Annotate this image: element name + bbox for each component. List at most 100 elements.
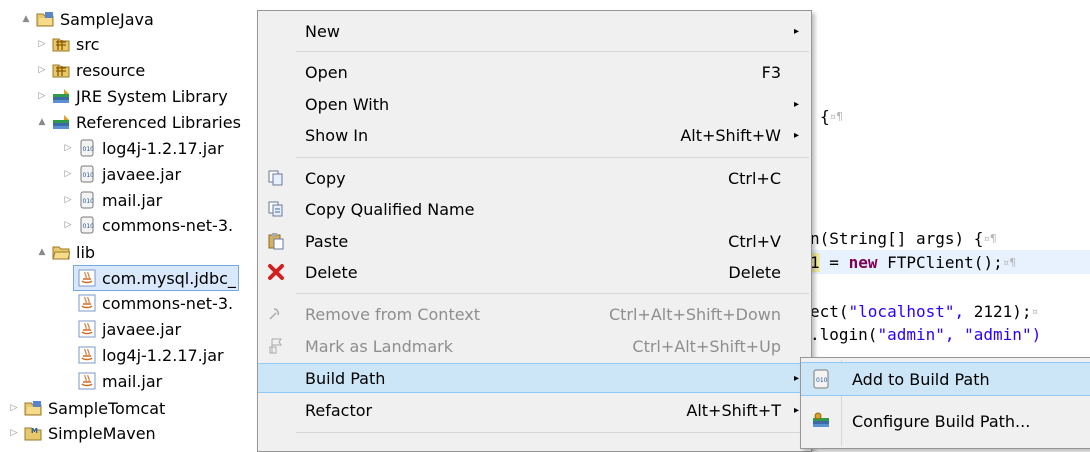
build-path-submenu: 010 Add to Build Path Configure Build Pa… bbox=[800, 357, 1090, 449]
tree-item-label: log4j-1.2.17.jar bbox=[102, 345, 224, 365]
tree-item-label: src bbox=[76, 34, 100, 54]
project-folder-icon bbox=[36, 10, 54, 28]
copy-qualified-name-icon bbox=[264, 197, 288, 221]
tree-item-mysql-jdbc-jar[interactable]: com.mysql.jdbc_ bbox=[60, 265, 239, 291]
jar-file-icon bbox=[78, 320, 96, 338]
expand-arrow-icon[interactable]: ▷ bbox=[34, 88, 50, 104]
library-icon bbox=[52, 87, 70, 105]
menu-separator bbox=[296, 51, 809, 52]
tree-item-label: SampleTomcat bbox=[48, 398, 166, 418]
menu-item-refactor[interactable]: Refactor Alt+Shift+T ▸ bbox=[258, 395, 811, 425]
jar-icon: 010 bbox=[78, 216, 96, 234]
jar-icon: 010 bbox=[78, 191, 96, 209]
expand-arrow-icon[interactable]: ▷ bbox=[34, 36, 50, 52]
paste-icon bbox=[264, 229, 288, 253]
menu-item-paste[interactable]: Paste Ctrl+V bbox=[258, 226, 811, 256]
code-line: { ¤¶ bbox=[820, 106, 843, 126]
tree-item-mail-jar[interactable]: ▷ 010 mail.jar bbox=[60, 188, 163, 212]
tree-item-label: mail.jar bbox=[102, 190, 163, 210]
tree-item-label: log4j-1.2.17.jar bbox=[102, 138, 224, 158]
tree-item-simplemaven[interactable]: ▷ M SimpleMaven bbox=[6, 421, 156, 445]
svg-text:010: 010 bbox=[83, 223, 95, 230]
collapse-arrow-icon[interactable]: ▲ bbox=[18, 11, 34, 27]
svg-text:M: M bbox=[31, 427, 38, 435]
submenu-arrow-icon: ▸ bbox=[793, 25, 799, 37]
library-icon bbox=[52, 113, 70, 131]
menu-item-copy-qualified-name[interactable]: Copy Qualified Name bbox=[258, 194, 811, 224]
selected-item-highlight[interactable]: com.mysql.jdbc_ bbox=[73, 265, 239, 291]
tree-item-mail-jar-file[interactable]: mail.jar bbox=[60, 369, 162, 393]
jar-file-icon bbox=[78, 372, 96, 390]
tree-item-label: javaee.jar bbox=[102, 319, 182, 339]
menu-item-remove-from-context[interactable]: Remove from Context Ctrl+Alt+Shift+Down bbox=[258, 299, 811, 329]
menu-item-copy[interactable]: Copy Ctrl+C bbox=[258, 163, 811, 193]
submenu-item-configure-build-path[interactable]: Configure Build Path... bbox=[801, 404, 1090, 438]
tree-item-log4j-jar-file[interactable]: log4j-1.2.17.jar bbox=[60, 343, 224, 367]
delete-icon bbox=[264, 260, 288, 284]
svg-text:010: 010 bbox=[816, 377, 828, 384]
current-code-line: 1 = new FTPClient(); ¤¶ bbox=[810, 250, 1090, 274]
svg-text:010: 010 bbox=[83, 172, 95, 179]
tree-item-label: lib bbox=[76, 242, 96, 262]
code-line: ect("localhost", 2121); ¤ bbox=[810, 301, 1039, 321]
tree-item-resource[interactable]: ▷ resource bbox=[34, 58, 146, 82]
expand-arrow-icon[interactable]: ▷ bbox=[34, 62, 50, 78]
collapse-arrow-icon[interactable]: ▲ bbox=[34, 244, 50, 260]
tree-item-jre-system-library[interactable]: ▷ JRE System Library bbox=[34, 84, 228, 108]
jar-icon: 010 bbox=[78, 139, 96, 157]
tree-item-log4j-jar[interactable]: ▷ 010 log4j-1.2.17.jar bbox=[60, 136, 224, 160]
expand-arrow-icon[interactable]: ▷ bbox=[6, 425, 22, 441]
tree-item-src[interactable]: ▷ src bbox=[34, 32, 100, 56]
menu-item-new[interactable]: New ▸ bbox=[258, 16, 811, 46]
jar-icon: 010 bbox=[78, 165, 96, 183]
tree-item-commons-net-jar-file[interactable]: commons-net-3. bbox=[60, 291, 233, 315]
jar-file-icon bbox=[78, 269, 96, 287]
tree-item-label: com.mysql.jdbc_ bbox=[102, 268, 236, 288]
tree-item-label: JRE System Library bbox=[76, 86, 228, 106]
menu-separator bbox=[296, 432, 809, 433]
menu-item-delete[interactable]: Delete Delete bbox=[258, 257, 811, 287]
tree-item-label: Referenced Libraries bbox=[76, 112, 241, 132]
menu-separator bbox=[296, 157, 809, 158]
folder-icon bbox=[52, 243, 70, 261]
jar-icon: 010 bbox=[809, 367, 833, 391]
tree-item-label: javaee.jar bbox=[102, 164, 182, 184]
menu-item-build-path[interactable]: Build Path ▸ bbox=[258, 363, 811, 393]
svg-text:010: 010 bbox=[83, 146, 95, 153]
tree-item-sampletomcat[interactable]: ▷ SampleTomcat bbox=[6, 396, 166, 420]
tree-item-javaee-jar[interactable]: ▷ 010 javaee.jar bbox=[60, 162, 182, 186]
tree-item-lib[interactable]: ▲ lib bbox=[34, 240, 96, 264]
submenu-arrow-icon: ▸ bbox=[793, 404, 799, 416]
menu-item-open[interactable]: Open F3 bbox=[258, 57, 811, 87]
menu-item-show-in[interactable]: Show In Alt+Shift+W ▸ bbox=[258, 120, 811, 150]
tree-item-label: resource bbox=[76, 60, 146, 80]
tree-item-referenced-libraries[interactable]: ▲ Referenced Libraries bbox=[34, 110, 241, 134]
jar-file-icon bbox=[78, 294, 96, 312]
expand-arrow-icon[interactable]: ▷ bbox=[60, 166, 76, 182]
menu-item-open-with[interactable]: Open With ▸ bbox=[258, 89, 811, 119]
submenu-arrow-icon: ▸ bbox=[793, 129, 799, 141]
expand-arrow-icon[interactable]: ▷ bbox=[60, 192, 76, 208]
copy-icon bbox=[264, 166, 288, 190]
tree-item-samplejava[interactable]: ▲ SampleJava bbox=[18, 7, 154, 31]
package-explorer-tree: ▲ SampleJava ▷ src ▷ resource ▷ JRE Syst… bbox=[0, 0, 262, 445]
tree-item-javaee-jar-file[interactable]: javaee.jar bbox=[60, 317, 181, 341]
submenu-item-add-to-build-path[interactable]: 010 Add to Build Path bbox=[801, 362, 1090, 396]
configure-build-path-icon bbox=[809, 409, 833, 433]
collapse-arrow-icon[interactable]: ▲ bbox=[34, 114, 50, 130]
tree-item-label: commons-net-3. bbox=[102, 215, 234, 235]
tree-item-label: mail.jar bbox=[102, 371, 163, 391]
expand-arrow-icon[interactable]: ▷ bbox=[60, 140, 76, 156]
tree-item-commons-net-jar[interactable]: ▷ 010 commons-net-3. bbox=[60, 213, 234, 237]
menu-item-mark-as-landmark[interactable]: Mark as Landmark Ctrl+Alt+Shift+Up bbox=[258, 331, 811, 361]
expand-arrow-icon[interactable]: ▷ bbox=[6, 400, 22, 416]
code-line: .login("admin", "admin") bbox=[810, 324, 1042, 344]
tree-item-label: SimpleMaven bbox=[48, 423, 156, 443]
context-menu: New ▸ Open F3 Open With ▸ Show In Alt+Sh… bbox=[257, 10, 812, 452]
tree-item-label: commons-net-3. bbox=[102, 293, 234, 313]
maven-project-icon: M bbox=[24, 424, 42, 442]
menu-separator bbox=[296, 293, 809, 294]
submenu-arrow-icon: ▸ bbox=[793, 372, 799, 384]
expand-arrow-icon[interactable]: ▷ bbox=[60, 217, 76, 233]
tree-item-label: SampleJava bbox=[60, 9, 154, 29]
